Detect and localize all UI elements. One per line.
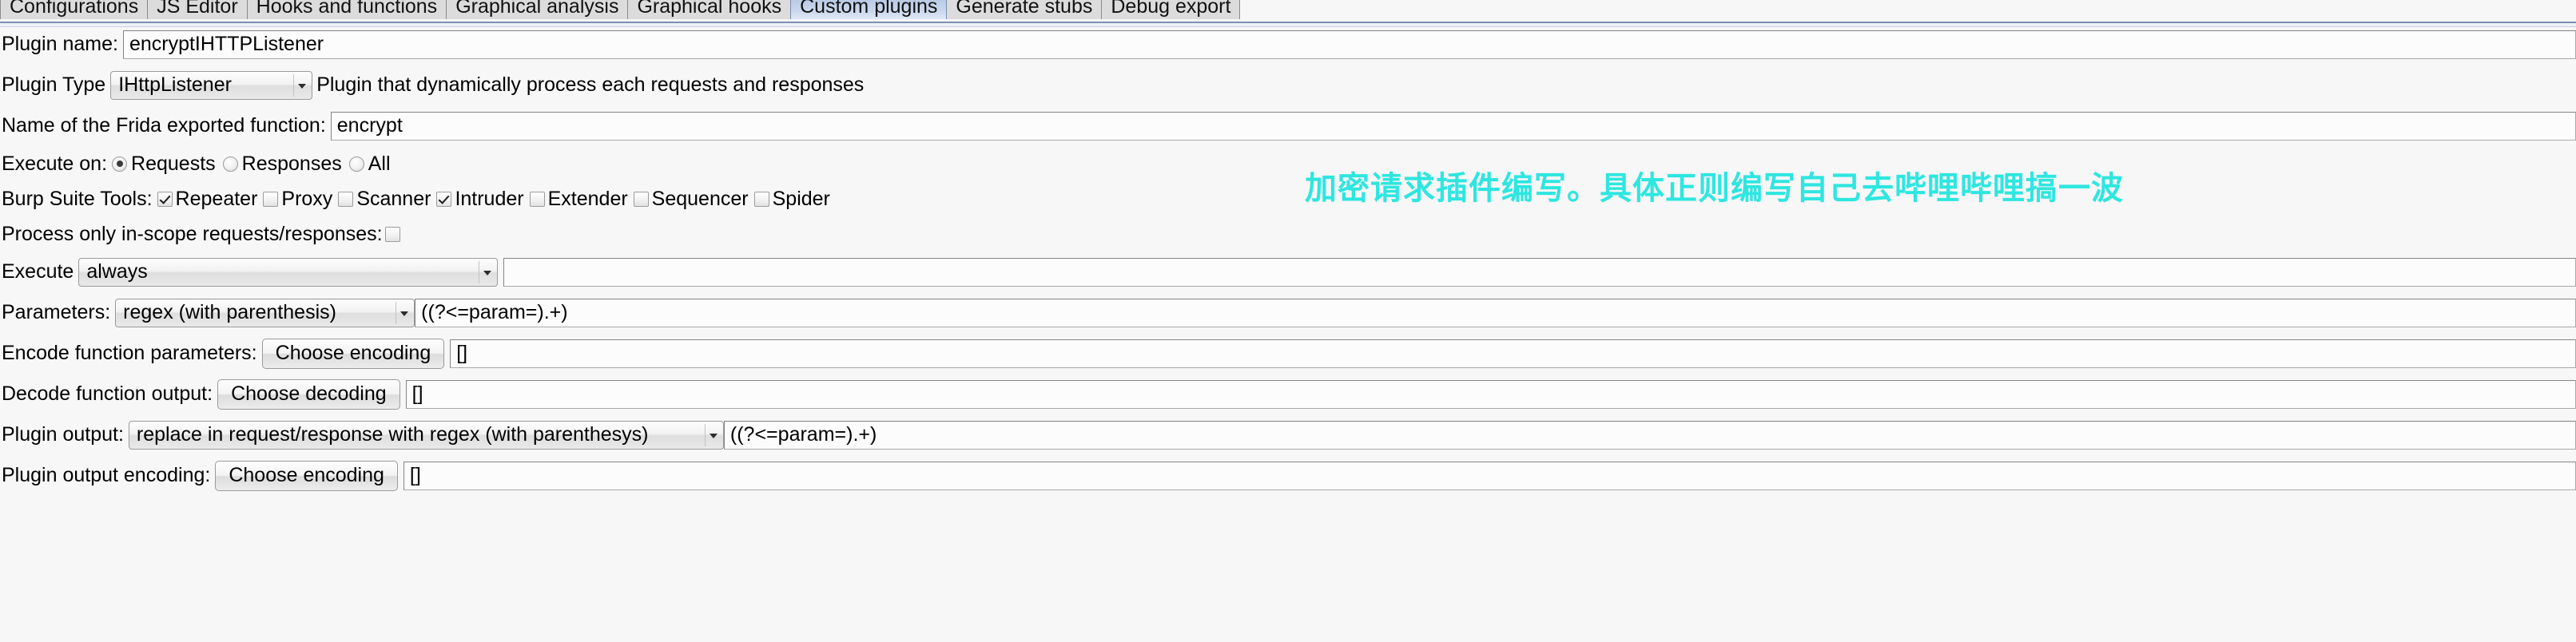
chevron-down-icon bbox=[400, 311, 409, 316]
in-scope-label: Process only in-scope requests/responses… bbox=[2, 222, 383, 245]
checkbox-intruder[interactable]: Intruder bbox=[436, 188, 529, 211]
choose-encoding-output-button[interactable]: Choose encoding bbox=[215, 460, 398, 491]
row-plugin-type: Plugin Type IHttpListener Plugin that dy… bbox=[0, 65, 2576, 105]
annotation-text: 加密请求插件编写。具体正则编写自己去哔哩哔哩搞一波 bbox=[1305, 171, 2124, 206]
plugin-output-selected-value: replace in request/response with regex (… bbox=[136, 423, 649, 446]
radio-responses[interactable]: Responses bbox=[222, 152, 349, 176]
row-execute: Execute always bbox=[0, 252, 2576, 292]
checkbox-proxy[interactable]: Proxy bbox=[263, 188, 338, 211]
checkbox-sequencer-label: Sequencer bbox=[651, 187, 749, 210]
radio-requests-label: Requests bbox=[131, 152, 216, 175]
radio-all-indicator bbox=[348, 156, 364, 172]
checkbox-repeater-indicator bbox=[157, 191, 173, 207]
frida-function-input[interactable]: encrypt bbox=[330, 111, 2576, 141]
radio-requests-indicator bbox=[112, 156, 128, 172]
checkbox-scanner[interactable]: Scanner bbox=[338, 188, 436, 211]
checkbox-proxy-label: Proxy bbox=[281, 187, 333, 210]
decode-output-label: Decode function output: bbox=[2, 382, 213, 405]
parameters-select[interactable]: regex (with parenthesis) bbox=[115, 298, 415, 327]
choose-decoding-button[interactable]: Choose decoding bbox=[217, 378, 400, 410]
execute-on-radio-group: Requests Responses All bbox=[112, 153, 398, 176]
execute-selected-value: always bbox=[86, 260, 148, 283]
burp-tools-label: Burp Suite Tools: bbox=[2, 187, 153, 210]
tab-hooks-and-functions[interactable]: Hooks and functions bbox=[246, 0, 447, 19]
plugin-output-label: Plugin output: bbox=[2, 423, 124, 446]
row-burp-tools: Burp Suite Tools: Repeater Proxy Scanner… bbox=[0, 181, 2576, 216]
tab-configurations[interactable]: Configurations bbox=[0, 0, 149, 19]
tab-custom-plugins[interactable]: Custom plugins bbox=[790, 0, 948, 19]
plugin-type-label: Plugin Type bbox=[2, 73, 106, 96]
row-decode-output: Decode function output: Choose decoding … bbox=[0, 374, 2576, 414]
tab-js-editor[interactable]: JS Editor bbox=[147, 0, 248, 19]
row-in-scope: Process only in-scope requests/responses… bbox=[0, 216, 2576, 252]
tab-bar: Configurations JS Editor Hooks and funct… bbox=[0, 0, 2576, 27]
burp-tools-checkbox-group: Repeater Proxy Scanner Intruder Extender… bbox=[157, 188, 836, 211]
execute-on-label: Execute on: bbox=[2, 152, 108, 175]
checkbox-repeater-label: Repeater bbox=[175, 187, 258, 210]
radio-responses-label: Responses bbox=[241, 152, 342, 175]
execute-condition-input[interactable] bbox=[503, 257, 2576, 287]
tab-generate-stubs[interactable]: Generate stubs bbox=[946, 0, 1103, 19]
checkbox-scanner-label: Scanner bbox=[356, 187, 431, 210]
chevron-down-icon bbox=[483, 270, 492, 275]
frida-function-label: Name of the Frida exported function: bbox=[2, 114, 326, 137]
checkbox-proxy-indicator bbox=[263, 191, 279, 207]
row-plugin-name: Plugin name: encryptIHTTPListener bbox=[0, 24, 2576, 65]
plugin-output-encoding-label: Plugin output encoding: bbox=[2, 464, 211, 486]
plugin-output-select[interactable]: replace in request/response with regex (… bbox=[128, 420, 724, 450]
radio-responses-indicator bbox=[222, 156, 238, 172]
plugin-output-encoding-value[interactable]: [] bbox=[403, 461, 2576, 490]
tab-underline bbox=[0, 22, 2576, 27]
radio-all[interactable]: All bbox=[348, 152, 398, 176]
row-encode-parameters: Encode function parameters: Choose encod… bbox=[0, 333, 2576, 374]
combo-separator bbox=[704, 423, 706, 446]
execute-label: Execute bbox=[2, 260, 74, 283]
parameters-label: Parameters: bbox=[2, 301, 111, 323]
tab-graphical-analysis[interactable]: Graphical analysis bbox=[446, 0, 629, 19]
plugin-name-label: Plugin name: bbox=[2, 33, 118, 55]
encode-parameters-label: Encode function parameters: bbox=[2, 342, 257, 364]
row-frida-function: Name of the Frida exported function: enc… bbox=[0, 105, 2576, 146]
checkbox-in-scope[interactable] bbox=[384, 226, 400, 242]
checkbox-intruder-indicator bbox=[436, 191, 452, 207]
checkbox-extender[interactable]: Extender bbox=[529, 187, 634, 211]
checkbox-sequencer[interactable]: Sequencer bbox=[633, 187, 754, 211]
chevron-down-icon bbox=[709, 433, 718, 438]
choose-encoding-parameters-button[interactable]: Choose encoding bbox=[261, 338, 445, 369]
execute-select[interactable]: always bbox=[78, 257, 499, 287]
tab-strip: Configurations JS Editor Hooks and funct… bbox=[0, 0, 2576, 22]
checkbox-repeater[interactable]: Repeater bbox=[157, 188, 264, 211]
plugin-type-description: Plugin that dynamically process each req… bbox=[316, 73, 865, 96]
parameters-regex-input[interactable]: ((?<=param=).+) bbox=[415, 298, 2576, 327]
checkbox-spider-indicator bbox=[753, 191, 769, 207]
checkbox-spider[interactable]: Spider bbox=[753, 187, 836, 211]
custom-plugin-form: Plugin name: encryptIHTTPListener Plugin… bbox=[0, 24, 2576, 496]
encode-parameters-value[interactable]: [] bbox=[450, 339, 2576, 368]
decode-output-value[interactable]: [] bbox=[405, 379, 2576, 409]
checkbox-intruder-label: Intruder bbox=[455, 187, 524, 210]
tab-graphical-hooks[interactable]: Graphical hooks bbox=[627, 0, 792, 19]
checkbox-extender-indicator bbox=[529, 191, 545, 207]
radio-all-label: All bbox=[368, 152, 391, 175]
row-plugin-output-encoding: Plugin output encoding: Choose encoding … bbox=[0, 455, 2576, 496]
plugin-output-regex-input[interactable]: ((?<=param=).+) bbox=[723, 420, 2576, 450]
row-plugin-output: Plugin output: replace in request/respon… bbox=[0, 414, 2576, 455]
plugin-name-input[interactable]: encryptIHTTPListener bbox=[122, 30, 2576, 59]
parameters-selected-value: regex (with parenthesis) bbox=[123, 301, 336, 323]
combo-separator bbox=[293, 73, 295, 97]
chevron-down-icon bbox=[298, 83, 307, 89]
plugin-type-select[interactable]: IHttpListener bbox=[110, 70, 313, 100]
checkbox-spider-label: Spider bbox=[772, 187, 830, 210]
checkbox-sequencer-indicator bbox=[633, 191, 649, 207]
row-parameters: Parameters: regex (with parenthesis) ((?… bbox=[0, 292, 2576, 333]
plugin-type-selected-value: IHttpListener bbox=[118, 73, 232, 96]
checkbox-extender-label: Extender bbox=[547, 187, 628, 210]
row-execute-on: Execute on: Requests Responses All bbox=[0, 146, 2576, 181]
tab-debug-export[interactable]: Debug export bbox=[1101, 0, 1241, 19]
checkbox-scanner-indicator bbox=[338, 191, 354, 207]
radio-requests[interactable]: Requests bbox=[112, 153, 223, 176]
